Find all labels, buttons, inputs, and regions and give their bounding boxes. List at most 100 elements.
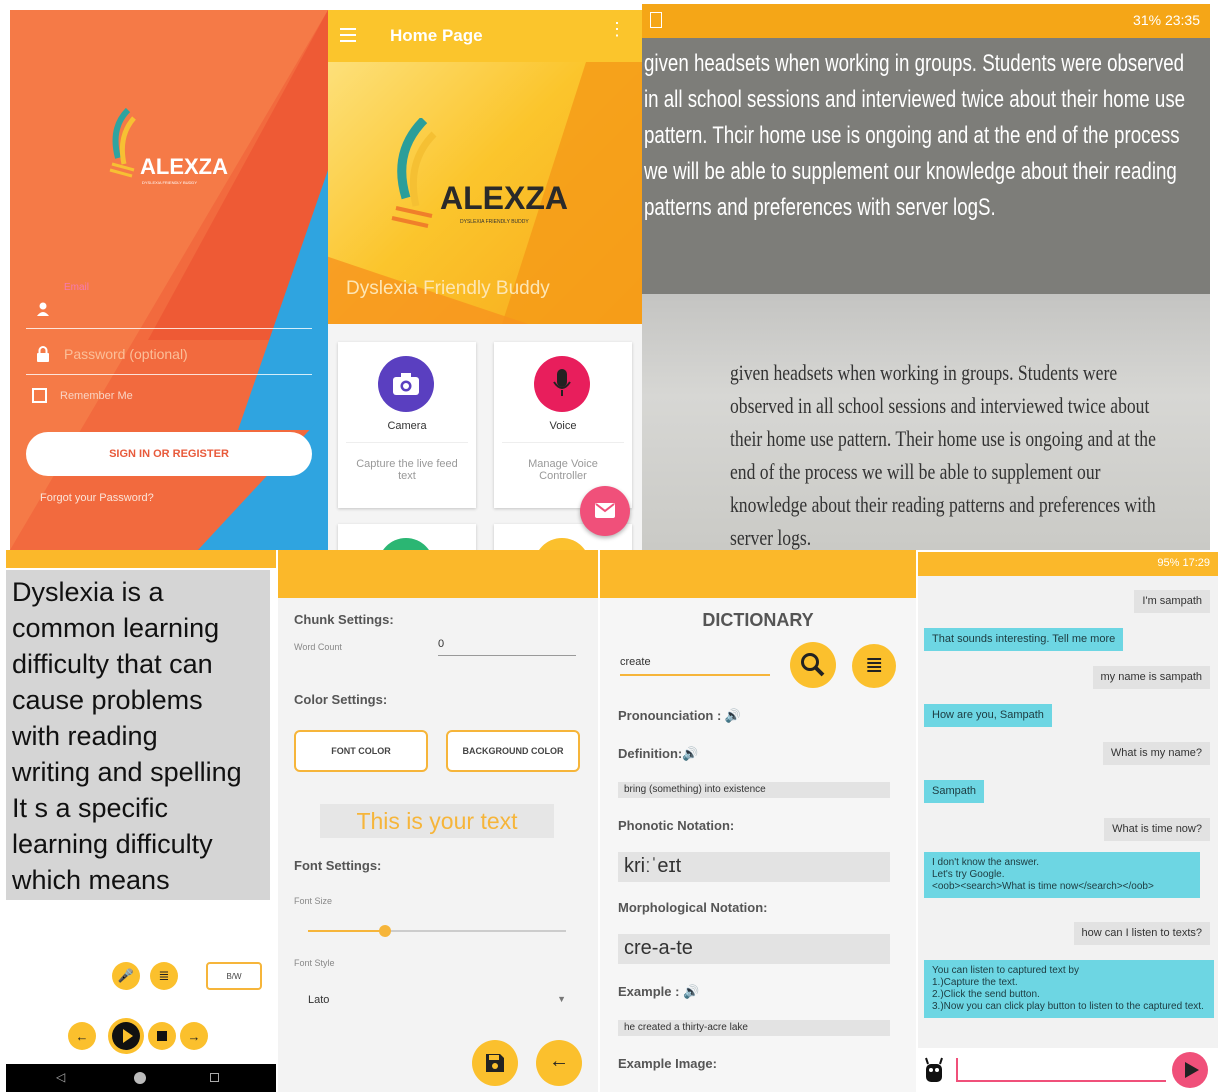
- email-field[interactable]: [60, 296, 312, 320]
- forward-button[interactable]: →: [180, 1022, 208, 1050]
- example-image-label: Example Image:: [618, 1056, 717, 1071]
- chat-input-bar: [918, 1048, 1218, 1092]
- user-icon: [37, 302, 49, 316]
- hero-logo: ALEXZA: [440, 180, 568, 216]
- status-time: 31% 23:35: [1133, 12, 1200, 28]
- play-button[interactable]: [108, 1018, 144, 1054]
- printed-page-text: given headsets when working in groups. S…: [730, 360, 1156, 550]
- notification-icon: [650, 12, 662, 28]
- app-bar: [278, 550, 598, 598]
- app-bar: [600, 550, 916, 598]
- overflow-menu-icon[interactable]: ⋮: [608, 20, 626, 38]
- word-count-input[interactable]: 0: [438, 638, 576, 656]
- example-label: Example : 🔊: [618, 984, 700, 999]
- bw-toggle-button[interactable]: B/W: [206, 962, 262, 990]
- list-icon: ≣: [865, 652, 884, 677]
- arrow-left-icon: ←: [549, 1050, 569, 1072]
- slider-thumb[interactable]: [379, 925, 392, 937]
- camera-card-desc: Capture the live feed text: [356, 458, 458, 482]
- chat-input[interactable]: [956, 1058, 1166, 1082]
- background-color-button[interactable]: BACKGROUND COLOR: [446, 730, 580, 772]
- save-icon: [486, 1054, 504, 1072]
- search-icon: [801, 653, 825, 677]
- remember-checkbox[interactable]: [32, 388, 47, 403]
- hero-logo-sub: DYSLEXIA FRIENDLY BUDDY: [460, 219, 529, 225]
- microphone-button[interactable]: 🎤: [112, 962, 140, 990]
- page-title: Home Page: [390, 26, 483, 45]
- preview-text: This is your text: [320, 804, 554, 838]
- word-count-label: Word Count: [294, 642, 342, 652]
- menu-icon[interactable]: [340, 28, 356, 42]
- system-nav-bar: ◁: [6, 1064, 276, 1092]
- save-button[interactable]: [472, 1040, 518, 1086]
- card-divider: [346, 442, 468, 443]
- stop-button[interactable]: [148, 1022, 176, 1050]
- card-partial[interactable]: [338, 524, 476, 550]
- status-bar: [6, 550, 276, 568]
- definition-value: bring (something) into existence: [618, 782, 890, 798]
- search-button[interactable]: [790, 642, 836, 688]
- email-fab[interactable]: [580, 486, 630, 536]
- card-divider: [502, 442, 624, 443]
- voice-card-title: Voice: [549, 420, 577, 432]
- chat-message-bot: How are you, Sampath: [924, 704, 1052, 727]
- password-field[interactable]: Password (optional): [64, 346, 188, 362]
- app-bar: Home Page ⋮: [328, 10, 642, 62]
- speaker-icon[interactable]: 🔊: [683, 984, 699, 999]
- chat-message-user: What is time now?: [1104, 818, 1210, 841]
- search-input[interactable]: create: [620, 656, 770, 676]
- speaker-icon[interactable]: 🔊: [725, 708, 741, 723]
- reading-line: with reading: [12, 721, 158, 751]
- definition-label: Definition:🔊: [618, 746, 699, 761]
- sign-in-button[interactable]: SIGN IN OR REGISTER: [26, 432, 312, 476]
- stop-icon: [157, 1031, 167, 1041]
- dictionary-title: DICTIONARY: [702, 610, 814, 630]
- phonetic-label: Phonotic Notation:: [618, 818, 735, 833]
- dropdown-arrow-icon: ▼: [557, 994, 566, 1004]
- reading-line: cause problems: [12, 685, 203, 715]
- back-button[interactable]: ←: [536, 1040, 582, 1086]
- reading-line: difficulty that can: [12, 649, 213, 679]
- camera-icon: [378, 356, 434, 412]
- reading-line: It s a specific: [12, 793, 169, 823]
- font-color-button[interactable]: FONT COLOR: [294, 730, 428, 772]
- nav-recent-icon[interactable]: [210, 1073, 219, 1082]
- chunk-settings-label: Chunk Settings:: [294, 612, 394, 627]
- dictionary-screen: DICTIONARY create ≣ Pronounciation : 🔊 D…: [600, 550, 916, 1092]
- morphological-value: cre-a-te: [618, 934, 890, 964]
- reading-line: Dyslexia is a: [12, 577, 164, 607]
- hero-banner: ALEXZA DYSLEXIA FRIENDLY BUDDY Dyslexia …: [328, 62, 642, 324]
- color-settings-label: Color Settings:: [294, 692, 388, 707]
- send-button[interactable]: [1172, 1052, 1208, 1088]
- reading-line: writing and spelling: [12, 757, 242, 787]
- remember-label: Remember Me: [60, 390, 133, 402]
- forgot-password-link[interactable]: Forgot your Password?: [40, 492, 154, 504]
- list-button[interactable]: ≣: [150, 962, 178, 990]
- status-bar: 95% 17:29: [918, 552, 1218, 576]
- font-size-label: Font Size: [294, 896, 333, 906]
- camera-card[interactable]: Camera Capture the live feed text: [338, 342, 476, 508]
- camera-card-title: Camera: [387, 420, 427, 432]
- voice-card[interactable]: Voice Manage Voice Controller: [494, 342, 632, 508]
- list-button[interactable]: ≣: [852, 644, 896, 688]
- android-bot-icon: [925, 1057, 943, 1082]
- email-label: Email: [64, 282, 90, 293]
- feature-icon: [378, 538, 434, 550]
- email-underline: [26, 328, 312, 329]
- nav-back-icon[interactable]: ◁: [56, 1070, 65, 1084]
- speaker-icon[interactable]: 🔊: [682, 746, 698, 761]
- font-style-select[interactable]: Lato ▼: [308, 994, 566, 1012]
- phonetic-value: kriːˈeɪt: [618, 852, 890, 882]
- status-bar: 31% 23:35: [642, 4, 1210, 38]
- nav-home-icon[interactable]: [134, 1072, 146, 1084]
- home-screen: Home Page ⋮ ALEXZA DYSLEXIA FRIENDLY BUD…: [328, 10, 642, 550]
- slider-fill: [308, 930, 386, 932]
- font-size-slider[interactable]: [308, 925, 566, 937]
- morphological-label: Morphological Notation:: [618, 900, 768, 915]
- send-icon: [1185, 1062, 1199, 1078]
- password-underline: [26, 374, 312, 375]
- pronunciation-label: Pronounciation : 🔊: [618, 708, 742, 723]
- reading-line: which means: [12, 865, 170, 895]
- back-button[interactable]: ←: [68, 1022, 96, 1050]
- arrow-left-icon: ←: [75, 1028, 89, 1044]
